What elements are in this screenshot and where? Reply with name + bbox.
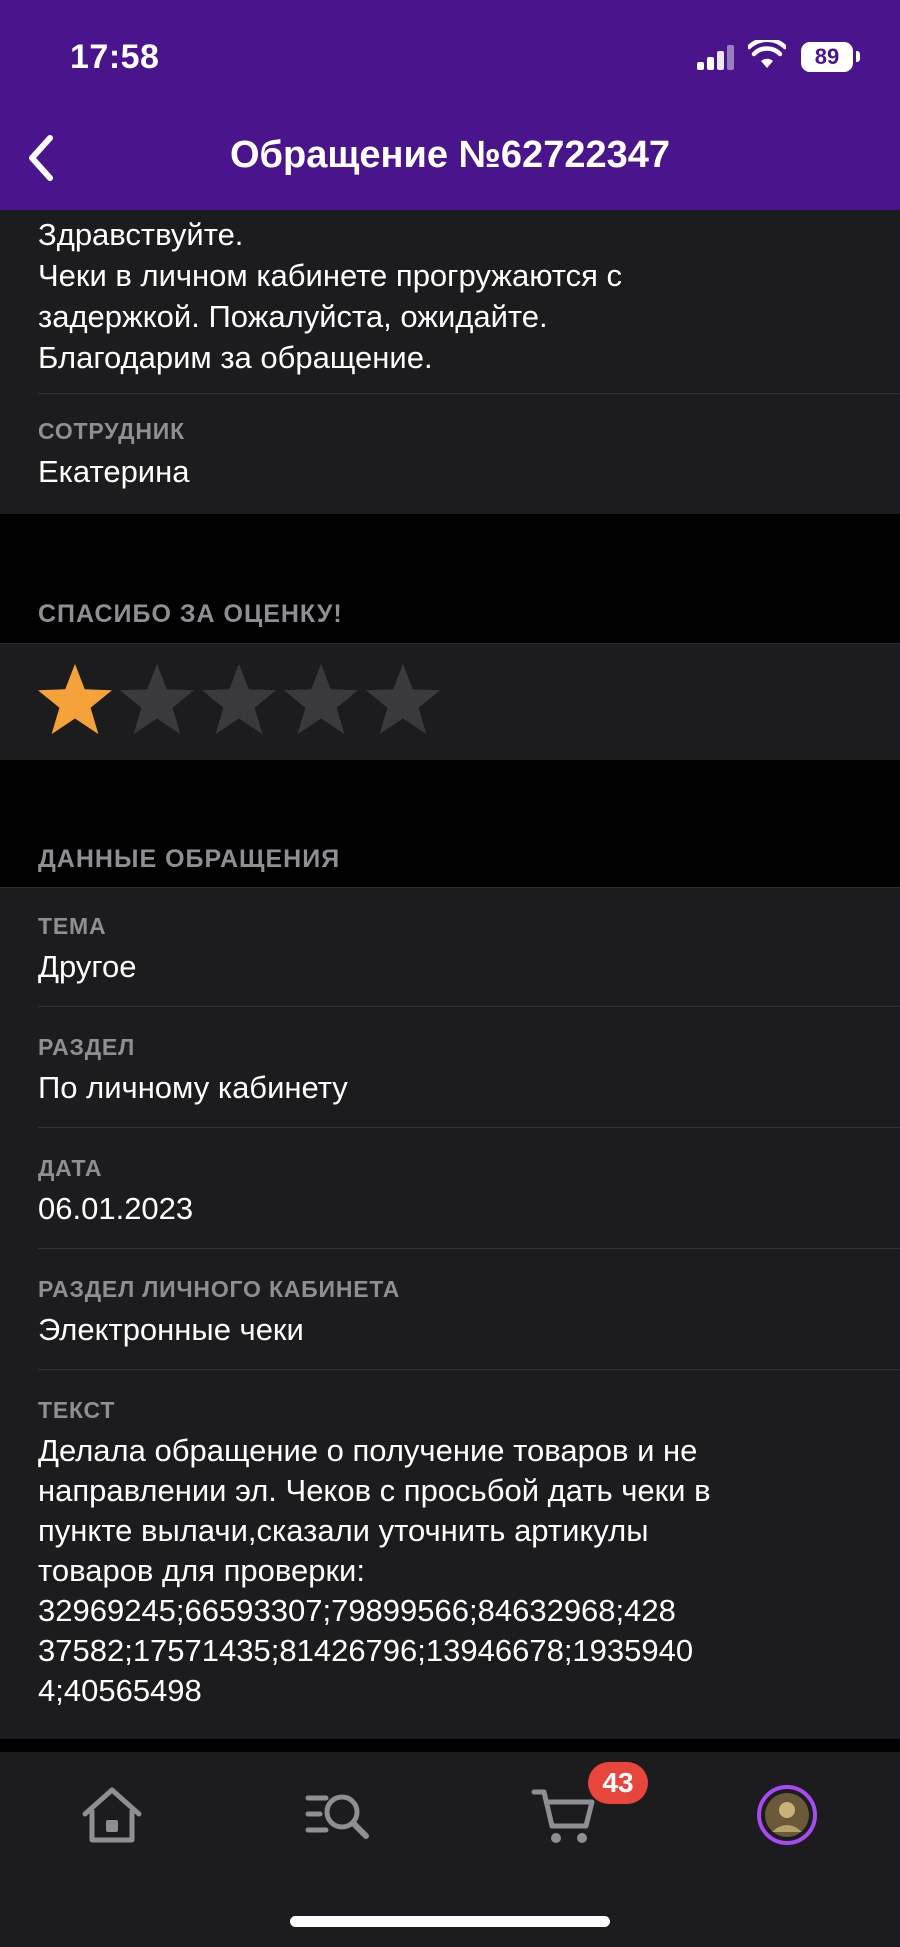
message-text-line: 37582;17571435;81426796;13946678;1935940 [38,1633,694,1668]
divider [0,887,900,888]
field-label-text: ТЕКСТ [38,1397,116,1423]
status-time: 17:58 [70,38,160,76]
star-icon[interactable] [364,660,442,738]
field-label-cabinet-section: РАЗДЕЛ ЛИЧНОГО КАБИНЕТА [38,1276,401,1302]
message-text-line: 32969245;66593307;79899566;84632968;428 [38,1593,676,1628]
avatar[interactable] [752,1780,822,1850]
battery-icon: 89 [801,42,853,72]
reply-line: задержкой. Пожалуйста, ожидайте. [38,299,548,334]
support-reply-card: Здравствуйте. Чеки в личном кабинете про… [0,210,900,514]
field-value-date: 06.01.2023 [38,1191,194,1226]
navigation-header: 17:58 89 Обращение №62722347 [0,0,900,210]
back-button[interactable] [18,130,68,186]
cart-count-badge: 43 [588,1762,648,1804]
message-text-line: направлении эл. Чеков с просьбой дать че… [38,1473,711,1508]
field-value-cabinet-section: Электронные чеки [38,1312,304,1347]
star-icon[interactable] [282,660,360,738]
employee-name: Екатерина [38,454,190,489]
divider [38,1006,900,1007]
star-icon[interactable] [200,660,278,738]
reply-line: Благодарим за обращение. [38,340,433,375]
reply-line: Чеки в личном кабинете прогружаются с [38,258,623,293]
reply-line: Здравствуйте. [38,217,244,252]
field-label-topic: ТЕМА [38,913,107,939]
battery-level: 89 [814,44,840,69]
page-title: Обращение №62722347 [229,134,670,176]
message-text-line: 4;40565498 [38,1673,202,1708]
divider [38,1369,900,1370]
divider [38,1127,900,1128]
home-indicator [290,1916,610,1927]
star-icon[interactable] [36,660,114,738]
message-text-line: товаров для проверки: [38,1553,365,1588]
details-section-title: ДАННЫЕ ОБРАЩЕНИЯ [38,845,341,873]
search-list-icon[interactable] [302,1780,372,1850]
field-label-date: ДАТА [38,1155,103,1181]
field-value-section: По личному кабинету [38,1070,348,1105]
rating-title: СПАСИБО ЗА ОЦЕНКУ! [38,600,343,628]
rating-stars [36,660,442,740]
field-value-topic: Другое [38,949,137,984]
divider [38,1248,900,1249]
home-icon[interactable] [77,1780,147,1850]
message-text-line: пункте вылачи,сказали уточнить артикулы [38,1513,649,1548]
message-text-line: Делала обращение о получение товаров и н… [38,1433,698,1468]
divider [38,393,900,394]
field-label-section: РАЗДЕЛ [38,1034,136,1060]
details-card: ТЕМА Другое РАЗДЕЛ По личному кабинету Д… [0,887,900,1739]
chevron-left-icon [29,135,53,181]
divider [0,643,900,644]
wifi-icon [748,40,786,68]
employee-label: СОТРУДНИК [38,418,185,444]
battery-cap [856,51,860,62]
star-icon[interactable] [118,660,196,738]
cellular-signal-icon [697,44,735,70]
